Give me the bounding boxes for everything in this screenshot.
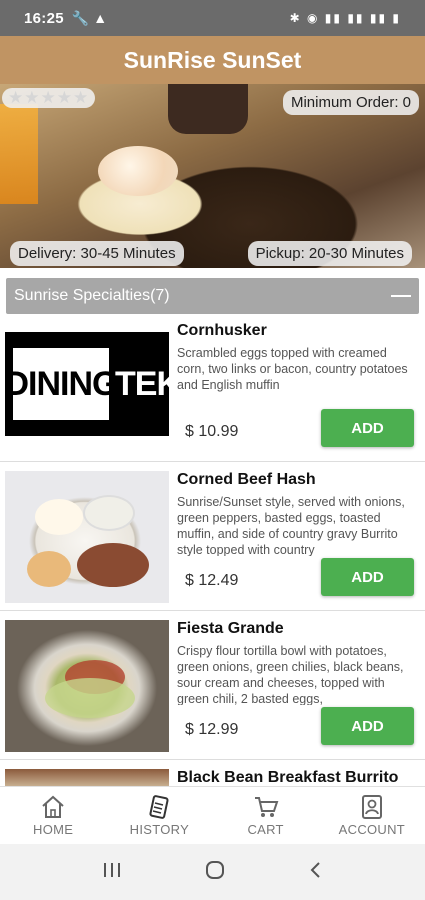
- item-price: $ 10.99: [185, 423, 239, 440]
- restaurant-hero-image: ★★★★★ Minimum Order: 0 Delivery: 30-45 M…: [0, 84, 425, 268]
- item-description: Crispy flour tortilla bowl with potatoes…: [177, 644, 404, 705]
- egg-image: [35, 499, 83, 535]
- item-name: Black Bean Breakfast Burrito: [177, 769, 399, 786]
- cart-icon: [253, 794, 279, 820]
- item-description: Sunrise/Sunset style, served with onions…: [177, 495, 405, 556]
- history-icon: [146, 794, 172, 820]
- bottom-navigation: HOME HISTORY CART ACCOUNT: [0, 786, 425, 844]
- juice-glass-image: [0, 104, 38, 204]
- item-price: $ 12.99: [185, 721, 239, 738]
- collapse-icon[interactable]: [391, 295, 411, 297]
- item-image: [5, 620, 169, 752]
- item-description: Scrambled eggs topped with creamed corn,…: [177, 346, 408, 392]
- menu-item[interactable]: Fiesta Grande Crispy flour tortilla bowl…: [0, 612, 425, 760]
- minimum-order: Minimum Order: 0: [282, 90, 419, 115]
- hash-image: [77, 543, 149, 587]
- nav-cart-label: CART: [247, 822, 284, 837]
- item-name: Corned Beef Hash: [177, 471, 316, 488]
- nav-account-label: ACCOUNT: [338, 822, 406, 837]
- status-bar: 16:25 🔧 ▲ ✱ ◉ ▮▮ ▮▮ ▮▮ ▮: [0, 0, 425, 36]
- nav-home-label: HOME: [33, 822, 74, 837]
- coffee-cup-image: [168, 84, 248, 134]
- category-header[interactable]: Sunrise Specialties(7): [6, 278, 419, 314]
- item-image: [5, 471, 169, 603]
- home-circle-icon[interactable]: [204, 859, 226, 886]
- item-price: $ 12.49: [185, 572, 239, 589]
- recent-apps-icon[interactable]: [101, 861, 123, 884]
- nav-account[interactable]: ACCOUNT: [319, 787, 425, 844]
- item-name: Cornhusker: [177, 322, 267, 339]
- nav-cart[interactable]: CART: [213, 787, 319, 844]
- logo-text-left: DINING: [5, 348, 119, 420]
- nav-history[interactable]: HISTORY: [106, 787, 212, 844]
- muffin-image: [27, 551, 71, 587]
- item-image: DINING TEK: [5, 322, 169, 454]
- add-button[interactable]: ADD: [321, 707, 414, 745]
- pickup-time: Pickup: 20-30 Minutes: [247, 241, 412, 266]
- add-button[interactable]: ADD: [321, 558, 414, 596]
- status-time: 16:25: [24, 9, 64, 27]
- delivery-time: Delivery: 30-45 Minutes: [10, 241, 184, 266]
- item-name: Fiesta Grande: [177, 620, 284, 637]
- lettuce-image: [45, 678, 135, 718]
- category-title: Sunrise Specialties(7): [14, 287, 170, 304]
- system-navigation-bar: [0, 844, 425, 900]
- home-icon: [40, 794, 66, 820]
- nav-history-label: HISTORY: [129, 822, 190, 837]
- gravy-bowl-image: [83, 495, 135, 531]
- nav-home[interactable]: HOME: [0, 787, 106, 844]
- restaurant-title: SunRise SunSet: [123, 46, 302, 73]
- system-status-icons: ✱ ◉ ▮▮ ▮▮ ▮▮ ▮: [289, 11, 401, 25]
- logo-text-right: TEK: [115, 364, 169, 403]
- diningtek-logo: DINING TEK: [5, 332, 169, 436]
- fried-egg-image: [98, 146, 178, 196]
- menu-item[interactable]: DINING TEK Cornhusker Scrambled eggs top…: [0, 314, 425, 462]
- notification-icons: 🔧 ▲: [71, 9, 108, 26]
- back-icon[interactable]: [307, 860, 325, 885]
- menu-item[interactable]: Corned Beef Hash Sunrise/Sunset style, s…: [0, 463, 425, 611]
- add-button[interactable]: ADD: [321, 409, 414, 447]
- app-header: SunRise SunSet: [0, 36, 425, 84]
- rating-stars: ★★★★★: [2, 88, 96, 108]
- account-icon: [360, 794, 384, 820]
